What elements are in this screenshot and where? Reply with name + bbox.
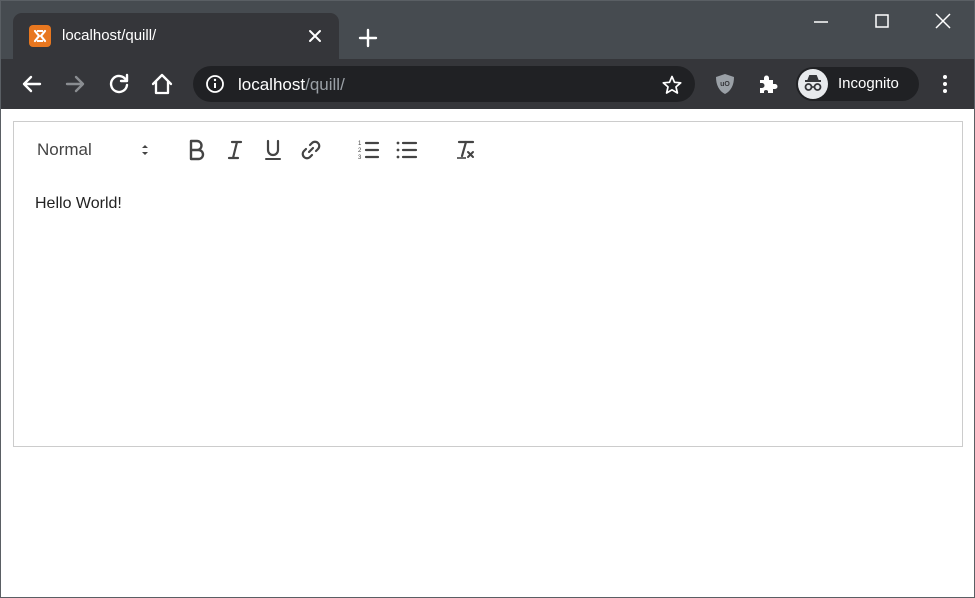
picker-arrows-icon [139,141,151,164]
maximize-icon[interactable] [867,11,897,33]
bookmark-star-icon[interactable] [661,74,683,96]
svg-text:2: 2 [358,148,362,154]
reload-icon[interactable] [106,71,132,97]
italic-icon[interactable] [222,137,248,163]
more-menu-icon[interactable] [935,72,955,96]
xampp-icon [29,25,51,47]
bold-icon[interactable] [184,137,210,163]
tab-close-icon[interactable] [305,26,325,46]
incognito-icon [798,69,828,99]
browser-toolbar: localhost/quill/ uO Incognito [1,59,974,109]
site-info-icon[interactable] [205,74,225,94]
tab-title: localhost/quill/ [62,27,157,44]
underline-icon[interactable] [260,137,286,163]
ublock-shield-icon[interactable]: uO [713,72,737,96]
page-content: Normal 123 Hello World! [1,109,974,597]
home-icon[interactable] [149,71,175,97]
editor-toolbar: Normal 123 [13,121,963,177]
extensions-puzzle-icon[interactable] [756,72,780,96]
window-close-icon[interactable] [927,11,957,33]
link-icon[interactable] [298,137,324,163]
new-tab-icon[interactable] [355,25,381,51]
svg-text:1: 1 [358,141,362,147]
minimize-icon[interactable] [806,11,836,33]
svg-text:3: 3 [358,155,362,161]
address-path: /quill/ [305,75,345,94]
header-picker[interactable]: Normal [36,137,154,161]
address-bar[interactable]: localhost/quill/ [193,66,695,102]
browser-tab[interactable]: localhost/quill/ [13,13,339,59]
bullet-list-icon[interactable] [394,137,420,163]
forward-arrow-icon[interactable] [62,71,88,97]
incognito-profile-button[interactable]: Incognito [796,67,919,101]
ordered-list-icon[interactable]: 123 [356,137,382,163]
address-text[interactable]: localhost/quill/ [238,75,345,95]
header-picker-label: Normal [37,140,92,159]
incognito-label: Incognito [838,75,899,92]
tab-strip: localhost/quill/ [1,1,974,59]
back-arrow-icon[interactable] [19,71,45,97]
address-host: localhost [238,75,306,94]
editor-paragraph[interactable]: Hello World! [35,195,122,213]
editor-container[interactable]: Hello World! [13,176,963,447]
svg-text:uO: uO [720,81,730,88]
clean-format-icon[interactable] [453,137,479,163]
browser-window: localhost/quill/ localhost/quill/ uO Inc… [0,0,975,598]
